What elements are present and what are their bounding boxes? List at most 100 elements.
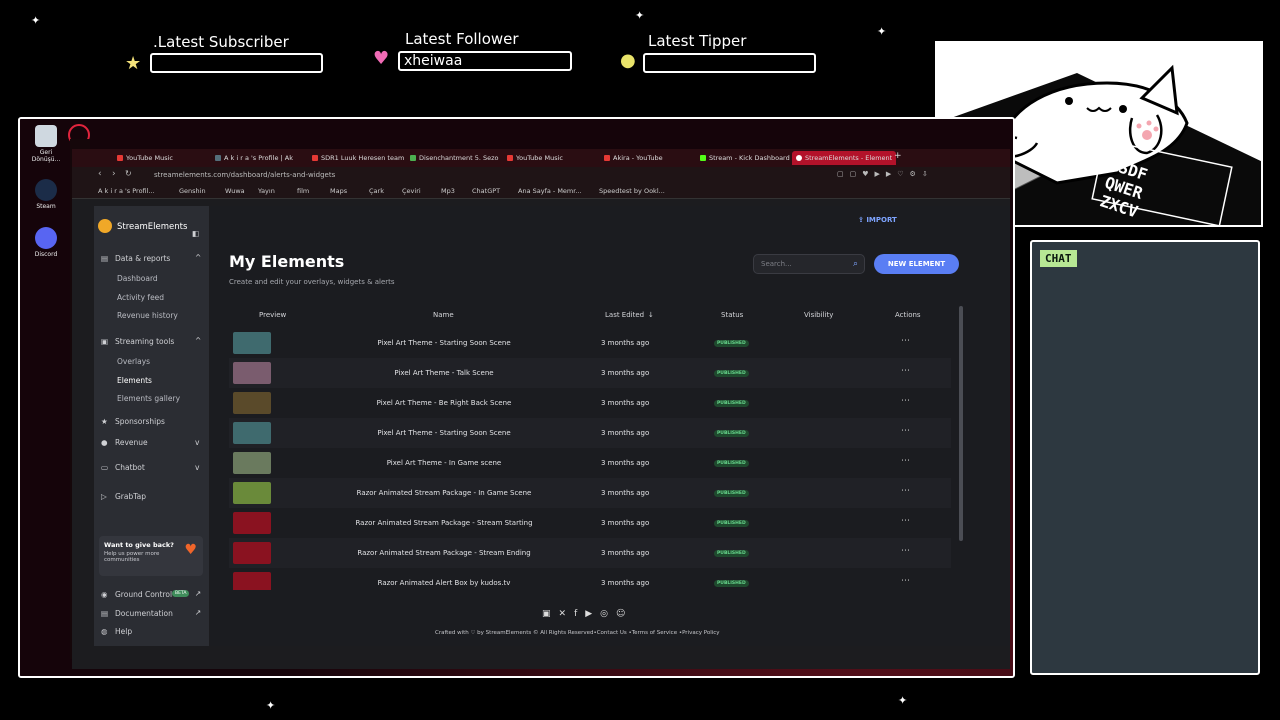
table-row[interactable]: Razor Animated Stream Package - Stream E… <box>229 538 951 568</box>
bookmark-item[interactable]: Mp3 <box>441 187 455 195</box>
twitch-icon[interactable]: ▣ <box>542 609 559 619</box>
sidebar-item-elements-gallery[interactable]: Elements gallery <box>117 394 180 403</box>
facebook-icon[interactable]: f <box>574 609 585 619</box>
more-actions-icon[interactable]: ⋯ <box>901 516 910 526</box>
table-row[interactable]: Pixel Art Theme - In Game scene 3 months… <box>229 448 951 478</box>
youtube-icon <box>312 155 318 161</box>
chevron-down-icon[interactable]: v <box>195 463 199 472</box>
preview-thumbnail <box>233 572 271 590</box>
sidebar-item-overlays[interactable]: Overlays <box>117 357 150 366</box>
back-icon[interactable]: ‹ <box>98 169 102 179</box>
browser-tab[interactable]: Akira - YouTube <box>604 154 663 162</box>
latest-follower-value: xheiwaa <box>398 51 572 71</box>
last-edited: 3 months ago <box>601 399 650 407</box>
import-button[interactable]: ⇪ IMPORT <box>858 216 897 224</box>
search-icon[interactable]: ⌕ <box>853 255 858 273</box>
url-field[interactable]: streamelements.com/dashboard/alerts-and-… <box>154 171 335 179</box>
desktop-icon-label: Geri Dönüşü... <box>31 149 61 163</box>
page-footer: Crafted with ♡ by StreamElements © All R… <box>435 630 720 636</box>
sidebar-item-streaming-tools[interactable]: Streaming tools <box>115 337 174 346</box>
star-icon: ★ <box>125 53 142 74</box>
desktop-icon-discord[interactable]: Discord <box>26 227 66 258</box>
sidebar-item-revenue[interactable]: Revenue <box>115 438 148 447</box>
search-input[interactable]: Search... ⌕ <box>753 254 865 274</box>
forward-icon[interactable]: › <box>112 169 116 179</box>
table-row[interactable]: Razor Animated Stream Package - Stream S… <box>229 508 951 538</box>
bookmark-item[interactable]: Yayın <box>258 187 275 195</box>
reload-icon[interactable]: ↻ <box>125 169 132 178</box>
external-link-icon[interactable]: ↗ <box>195 589 201 598</box>
more-actions-icon[interactable]: ⋯ <box>901 426 910 436</box>
table-row[interactable]: Pixel Art Theme - Talk Scene 3 months ag… <box>229 358 951 388</box>
bookmark-item[interactable]: Ana Sayfa - Memr... <box>518 187 582 195</box>
browser-tab[interactable]: YouTube Music <box>117 154 173 162</box>
bookmark-item[interactable]: Genshin <box>179 187 206 195</box>
latest-tipper-title: Latest Tipper <box>648 32 747 50</box>
sidebar-item-documentation[interactable]: Documentation <box>115 609 173 618</box>
more-actions-icon[interactable]: ⋯ <box>901 546 910 556</box>
sidebar-item-revenue-history[interactable]: Revenue history <box>117 311 178 320</box>
more-actions-icon[interactable]: ⋯ <box>901 366 910 376</box>
browser-tab[interactable]: YouTube Music <box>507 154 563 162</box>
sidebar-item-data-reports[interactable]: Data & reports <box>115 254 170 263</box>
instagram-icon[interactable]: ◎ <box>600 609 616 619</box>
table-row[interactable]: Pixel Art Theme - Starting Soon Scene 3 … <box>229 328 951 358</box>
latest-follower-widget: Latest Follower ♥ xheiwaa <box>373 30 573 80</box>
x-icon[interactable]: ✕ <box>559 609 575 619</box>
browser-tab[interactable]: Disenchantment 5. Sezo <box>410 154 499 162</box>
bookmark-item[interactable]: film <box>297 187 309 195</box>
more-actions-icon[interactable]: ⋯ <box>901 336 910 346</box>
bookmark-item[interactable]: Maps <box>330 187 347 195</box>
give-back-card[interactable]: Want to give back? Help us power more co… <box>99 536 203 576</box>
bookmark-item[interactable]: ChatGPT <box>472 187 500 195</box>
element-name: Pixel Art Theme - Talk Scene <box>394 369 494 377</box>
new-element-button[interactable]: NEW ELEMENT <box>874 254 959 274</box>
bookmark-item[interactable]: A k i r a 's Profil... <box>98 187 155 195</box>
new-tab-button[interactable]: + <box>894 151 902 161</box>
app-sidebar: StreamElements ◧ ▤ Data & reports ^ Dash… <box>94 206 209 646</box>
sidebar-item-grabtap[interactable]: GrabTap <box>115 492 146 501</box>
column-header-last-edited[interactable]: Last Edited <box>605 311 644 319</box>
browser-tab[interactable]: A k i r a 's Profile | Ak <box>215 154 293 162</box>
bookmark-item[interactable]: Çark <box>369 187 384 195</box>
external-link-icon[interactable]: ↗ <box>195 608 201 617</box>
bookmark-item[interactable]: Wuwa <box>225 187 245 195</box>
star-decoration: ✦ <box>635 9 645 22</box>
toolbar-icons[interactable]: ▢▢♥▶▶♡⚙⇩ <box>837 170 934 178</box>
browser-tab-active[interactable]: StreamElements - Element <box>792 151 897 165</box>
sidebar-item-dashboard[interactable]: Dashboard <box>117 274 158 283</box>
element-name: Razor Animated Alert Box by kudos.tv <box>377 579 511 587</box>
table-row[interactable]: Razor Animated Alert Box by kudos.tv 3 m… <box>229 568 951 590</box>
table-row[interactable]: Pixel Art Theme - Be Right Back Scene 3 … <box>229 388 951 418</box>
bookmark-item[interactable]: Speedtest by Ookl... <box>599 187 665 195</box>
column-header-name[interactable]: Name <box>433 311 454 319</box>
sidebar-item-ground-control[interactable]: Ground Control <box>115 590 172 599</box>
last-edited: 3 months ago <box>601 369 650 377</box>
sidebar-item-activity-feed[interactable]: Activity feed <box>117 293 164 302</box>
more-actions-icon[interactable]: ⋯ <box>901 456 910 466</box>
chevron-up-icon[interactable]: ^ <box>195 336 201 345</box>
last-edited: 3 months ago <box>601 339 650 347</box>
sort-arrow-down-icon[interactable]: ↓ <box>648 311 654 319</box>
youtube-icon[interactable]: ▶ <box>585 609 600 619</box>
discord-icon[interactable]: ☺ <box>616 609 633 619</box>
sidebar-item-elements[interactable]: Elements <box>117 376 152 385</box>
chevron-up-icon[interactable]: ^ <box>195 253 201 262</box>
table-scrollbar[interactable] <box>959 306 963 541</box>
sidebar-item-chatbot[interactable]: Chatbot <box>115 463 145 472</box>
chevron-down-icon[interactable]: v <box>195 438 199 447</box>
desktop-icon-steam[interactable]: Steam <box>26 179 66 210</box>
table-row[interactable]: Razor Animated Stream Package - In Game … <box>229 478 951 508</box>
desktop-icon-recycle[interactable]: Geri Dönüşü... <box>26 125 66 163</box>
sidebar-item-sponsorships[interactable]: Sponsorships <box>115 417 165 426</box>
more-actions-icon[interactable]: ⋯ <box>901 576 910 586</box>
browser-tab[interactable]: Stream - Kick Dashboard <box>700 154 790 162</box>
table-row[interactable]: Pixel Art Theme - Starting Soon Scene 3 … <box>229 418 951 448</box>
bookmark-item[interactable]: Çeviri <box>402 187 421 195</box>
more-actions-icon[interactable]: ⋯ <box>901 396 910 406</box>
preview-thumbnail <box>233 362 271 384</box>
more-actions-icon[interactable]: ⋯ <box>901 486 910 496</box>
browser-tab[interactable]: SDR1 Luuk Heresen team <box>312 154 404 162</box>
collapse-sidebar-icon[interactable]: ◧ <box>192 229 199 238</box>
sidebar-item-help[interactable]: Help <box>115 627 132 636</box>
